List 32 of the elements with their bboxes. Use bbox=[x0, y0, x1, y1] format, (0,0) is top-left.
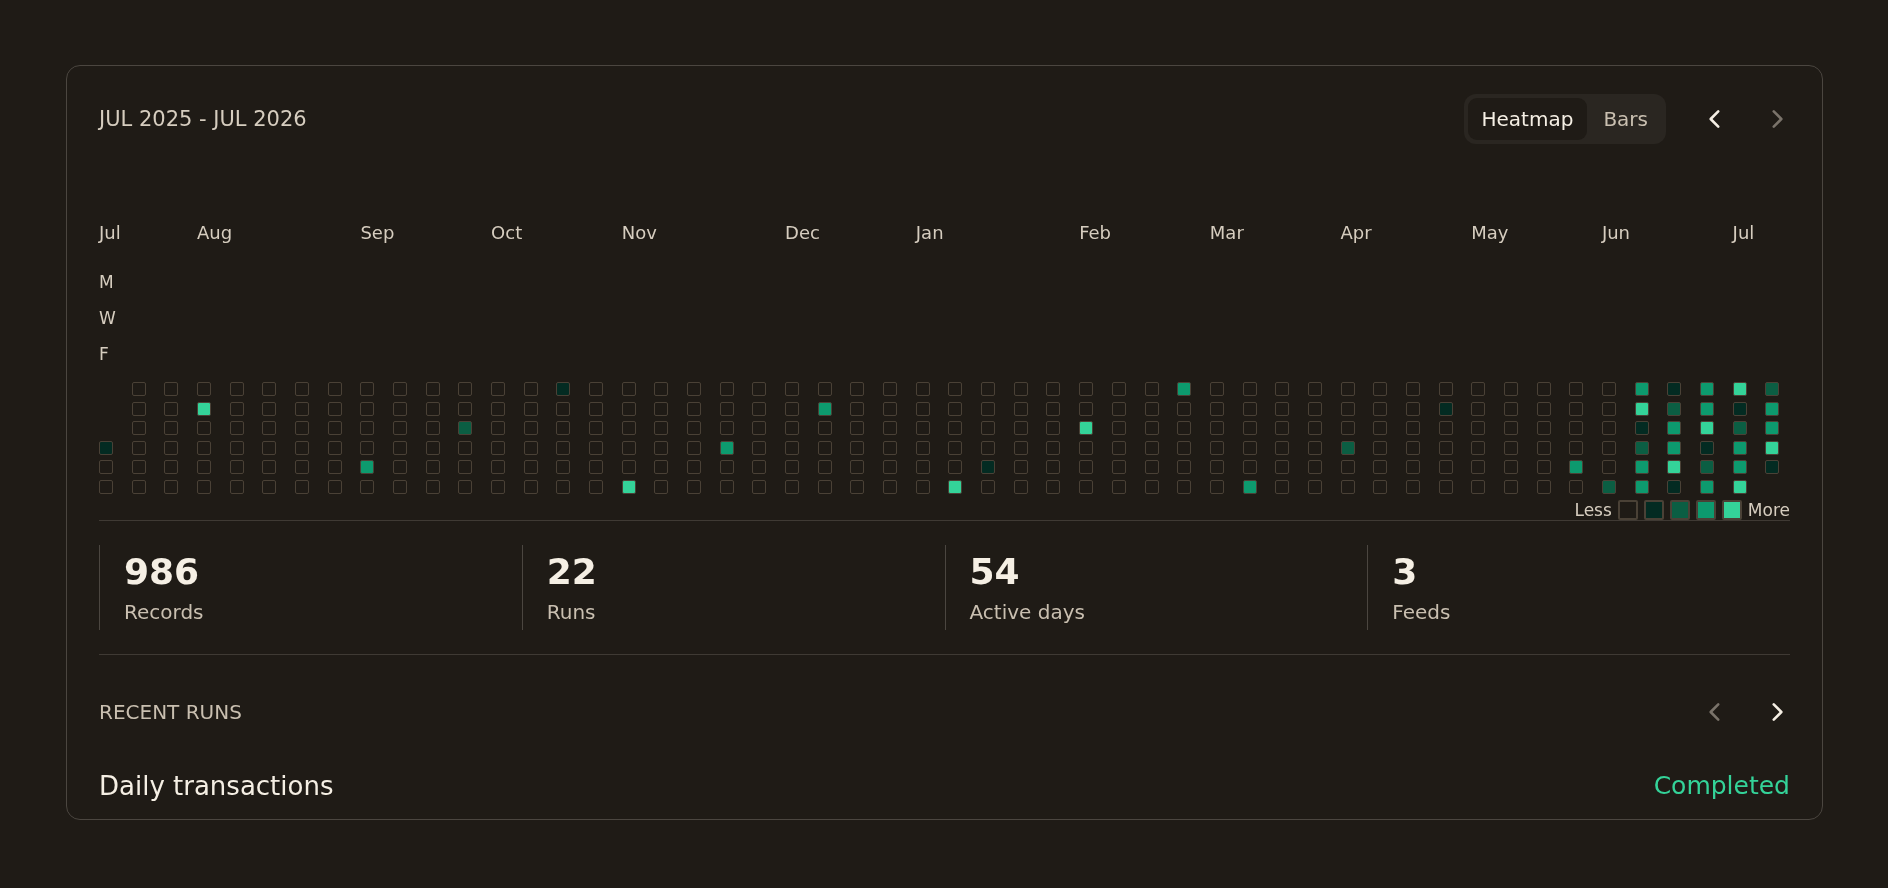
stat-label: Feeds bbox=[1392, 599, 1451, 624]
weekday-label: F bbox=[99, 343, 109, 366]
month-label: Jul bbox=[1732, 222, 1755, 243]
section-title: RECENT RUNS bbox=[99, 699, 242, 724]
stat-value: 986 bbox=[124, 550, 200, 592]
month-label: Apr bbox=[1340, 222, 1372, 243]
legend-less-label: Less bbox=[1574, 499, 1612, 520]
view-tab[interactable]: Heatmap bbox=[1467, 98, 1588, 140]
date-range-title: JUL 2025 - JUL 2026 bbox=[99, 107, 307, 131]
month-label: Feb bbox=[1079, 222, 1112, 243]
month-label: Jun bbox=[1601, 222, 1631, 243]
month-label: Jan bbox=[915, 222, 944, 243]
run-status: Completed bbox=[1653, 771, 1790, 801]
run-name[interactable]: Daily transactions bbox=[99, 770, 334, 801]
stat-value: 54 bbox=[969, 550, 1020, 592]
view-tab[interactable]: Bars bbox=[1589, 98, 1662, 140]
month-label: Sep bbox=[360, 222, 395, 243]
weekday-label: W bbox=[99, 307, 116, 330]
month-label: Jul bbox=[99, 222, 121, 243]
weekday-label: M bbox=[99, 271, 114, 294]
stat-value: 22 bbox=[546, 550, 597, 592]
month-label: Nov bbox=[621, 222, 657, 243]
month-label: Oct bbox=[491, 222, 523, 243]
stat-label: Runs bbox=[546, 599, 596, 624]
legend-more-label: More bbox=[1747, 499, 1790, 520]
month-label: Mar bbox=[1209, 222, 1244, 243]
month-label: May bbox=[1471, 222, 1509, 243]
stat-label: Records bbox=[124, 599, 204, 624]
month-label: Dec bbox=[785, 222, 820, 243]
month-label: Aug bbox=[197, 222, 233, 243]
stat-label: Active days bbox=[969, 599, 1085, 624]
stat-value: 3 bbox=[1392, 550, 1418, 592]
